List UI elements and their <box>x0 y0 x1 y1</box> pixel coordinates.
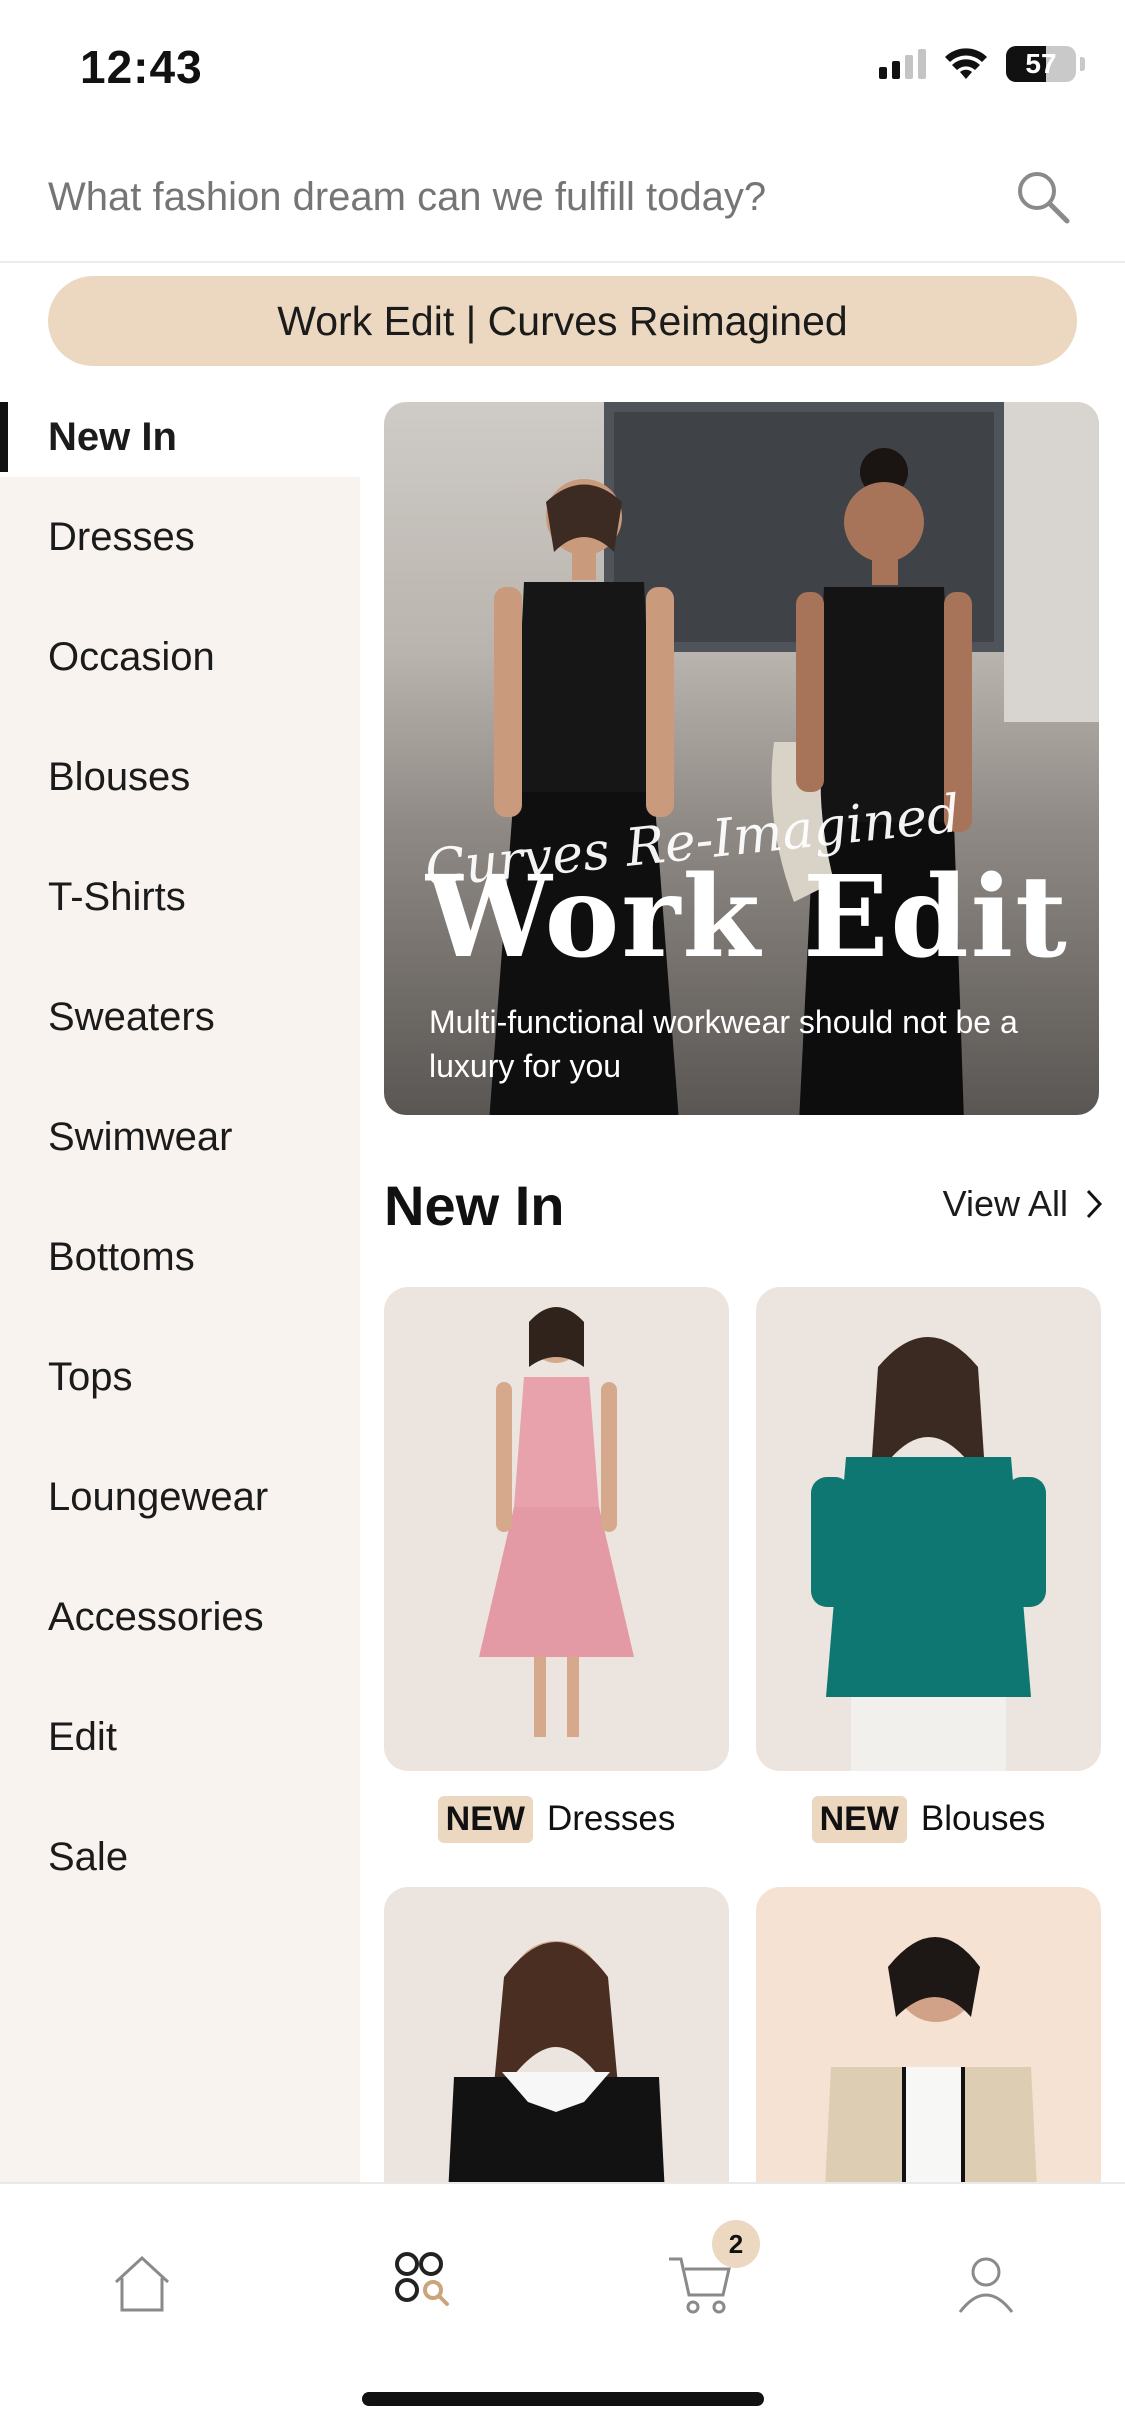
product-image[interactable] <box>384 1287 729 1771</box>
home-indicator[interactable] <box>362 2392 764 2406</box>
view-all-link[interactable]: View All <box>943 1183 1104 1225</box>
tab-home[interactable] <box>92 2234 192 2334</box>
promo-banner-button[interactable]: Work Edit | Curves Reimagined <box>48 276 1077 366</box>
section-title: New In <box>384 1174 565 1237</box>
hero-background-wall <box>1004 402 1099 722</box>
sidebar-item-dresses[interactable]: Dresses <box>0 477 360 597</box>
hero-subtitle: Multi-functional workwear should not be … <box>429 1004 1018 1084</box>
sidebar-item-new-in[interactable]: New In <box>0 397 360 477</box>
sidebar-item-t-shirts[interactable]: T-Shirts <box>0 837 360 957</box>
search-input[interactable] <box>48 175 998 220</box>
sidebar-item-accessories[interactable]: Accessories <box>0 1557 360 1677</box>
status-time: 12:43 <box>80 41 203 93</box>
product-caption: NEW Blouses <box>756 1771 1101 1867</box>
new-in-section-header: New In View All <box>384 1167 1104 1237</box>
battery-cap <box>1080 57 1085 71</box>
hero-banner[interactable]: Curves Re-Imagined Work Edit Multi-funct… <box>384 402 1099 1115</box>
product-caption: NEW Dresses <box>384 1771 729 1867</box>
product-image[interactable] <box>756 1287 1101 1771</box>
battery-icon: 57 <box>1006 46 1076 82</box>
category-icon <box>395 2252 449 2306</box>
home-icon <box>114 2255 170 2312</box>
sidebar-item-bottoms[interactable]: Bottoms <box>0 1197 360 1317</box>
cart-count-badge: 2 <box>712 2220 760 2268</box>
sidebar-item-tops[interactable]: Tops <box>0 1317 360 1437</box>
sidebar-item-sweaters[interactable]: Sweaters <box>0 957 360 1077</box>
category-sidebar: New In Dresses Occasion Blouses T-Shirts… <box>0 397 360 2182</box>
product-card[interactable] <box>756 1887 1101 2182</box>
tab-cart[interactable]: 2 <box>650 2220 760 2334</box>
status-icons: 57 <box>879 46 1085 82</box>
sidebar-item-occasion[interactable]: Occasion <box>0 597 360 717</box>
product-category: Dresses <box>546 1799 676 1838</box>
product-card[interactable]: NEW Dresses <box>384 1287 729 1867</box>
sidebar-item-blouses[interactable]: Blouses <box>0 717 360 837</box>
search-bar <box>0 135 1125 263</box>
new-badge: NEW <box>437 1795 533 1843</box>
status-bar: 12:43 57 <box>0 0 1125 135</box>
chevron-right-icon <box>1086 1189 1103 1219</box>
product-card[interactable]: NEW Blouses <box>756 1287 1101 1867</box>
profile-icon <box>958 2257 1014 2313</box>
cardigan-model <box>825 1937 1037 2182</box>
main-content: Curves Re-Imagined Work Edit Multi-funct… <box>360 397 1125 2182</box>
battery-percent: 57 <box>1025 48 1057 79</box>
search-icon[interactable] <box>1011 165 1075 229</box>
product-category: Blouses <box>920 1799 1046 1838</box>
sidebar-item-swimwear[interactable]: Swimwear <box>0 1077 360 1197</box>
tab-profile[interactable] <box>936 2234 1036 2334</box>
tab-category[interactable] <box>375 2234 475 2334</box>
product-image[interactable] <box>384 1887 729 2182</box>
product-image[interactable] <box>756 1887 1101 2182</box>
pink-dress-model <box>479 1307 634 1737</box>
black-tshirt-model <box>448 1941 665 2182</box>
sidebar-item-sale[interactable]: Sale <box>0 1797 360 1917</box>
view-all-label: View All <box>942 1183 1068 1224</box>
sidebar-item-loungewear[interactable]: Loungewear <box>0 1437 360 1557</box>
teal-blouse-model <box>811 1337 1046 1771</box>
sidebar-item-edit[interactable]: Edit <box>0 1677 360 1797</box>
cellular-signal-icon <box>879 49 926 79</box>
wifi-icon <box>945 48 987 79</box>
product-card[interactable] <box>384 1887 729 2182</box>
new-badge: NEW <box>811 1795 907 1843</box>
hero-title: Work Edit <box>426 852 1069 983</box>
